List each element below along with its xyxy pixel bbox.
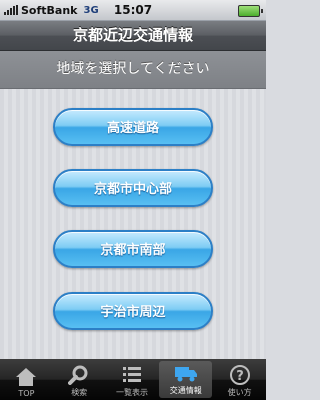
tab-label: TOP bbox=[18, 389, 35, 398]
tab-label: 交通情報 bbox=[169, 386, 202, 395]
region-list: 高速道路 京都市中心部 京都市南部 宇治市周辺 bbox=[0, 89, 266, 359]
tab-bar: TOP 検索 一覧表示 交通情報 ? 使い方 bbox=[0, 359, 266, 400]
section-header: 地域を選択してください bbox=[0, 51, 266, 89]
tab-top[interactable]: TOP bbox=[0, 359, 53, 400]
help-icon: ? bbox=[229, 365, 250, 385]
tab-traffic[interactable]: 交通情報 bbox=[159, 361, 213, 398]
tab-search[interactable]: 検索 bbox=[53, 359, 106, 400]
home-icon bbox=[16, 368, 37, 386]
page-title: 京都近辺交通情報 bbox=[72, 26, 193, 44]
section-title: 地域を選択してください bbox=[56, 61, 210, 77]
status-time: 15:07 bbox=[113, 3, 153, 17]
region-button-kyoto-center[interactable]: 京都市中心部 bbox=[53, 169, 213, 207]
battery-icon bbox=[238, 5, 263, 17]
region-button-kyoto-south[interactable]: 京都市南部 bbox=[53, 230, 213, 268]
tab-label: 検索 bbox=[71, 388, 88, 397]
list-icon bbox=[122, 367, 141, 382]
tab-help[interactable]: ? 使い方 bbox=[213, 359, 266, 400]
region-button-expressway[interactable]: 高速道路 bbox=[53, 108, 213, 146]
nav-bar: 京都近辺交通情報 bbox=[0, 21, 266, 51]
svg-text:?: ? bbox=[236, 369, 244, 384]
region-button-uji[interactable]: 宇治市周辺 bbox=[53, 292, 213, 330]
tab-label: 一覧表示 bbox=[115, 388, 148, 397]
status-bar: SoftBank 3G 15:07 bbox=[0, 0, 266, 21]
truck-icon bbox=[174, 367, 197, 382]
tab-label: 使い方 bbox=[227, 388, 252, 397]
search-icon bbox=[68, 365, 88, 385]
tab-list[interactable]: 一覧表示 bbox=[106, 359, 159, 400]
